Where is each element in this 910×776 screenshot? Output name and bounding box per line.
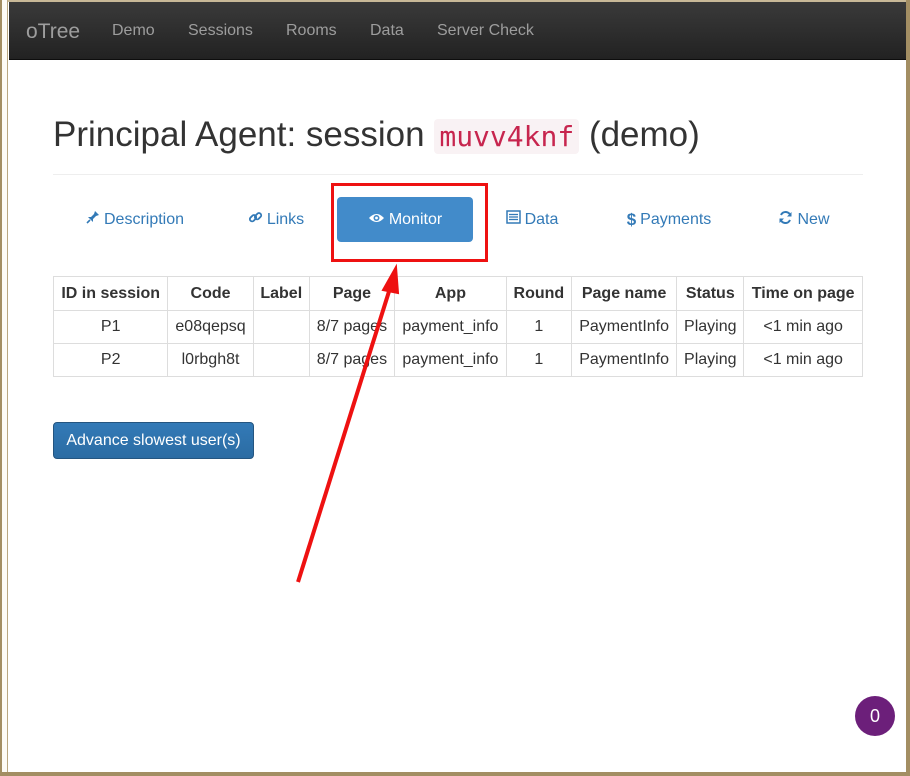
- window-frame-left: [0, 0, 8, 776]
- table-cell: PaymentInfo: [570, 310, 678, 344]
- table-cell: 8/7 pages: [308, 343, 396, 377]
- tab-description[interactable]: Description: [78, 197, 192, 242]
- page-title-suffix: (demo): [588, 115, 700, 154]
- link-icon: [248, 210, 263, 230]
- window-frame-bottom: [0, 772, 910, 776]
- table-cell: e08qepsq: [167, 310, 254, 344]
- advance-slowest-users-button[interactable]: Advance slowest user(s): [53, 422, 254, 459]
- dollar-icon: $: [626, 209, 637, 229]
- tab-payments-label: Payments: [640, 210, 712, 228]
- pushpin-icon: [86, 210, 100, 229]
- table-row: P2 l0rbgh8t 8/7 pages payment_info 1 Pay…: [52, 343, 863, 377]
- table-cell: 1: [505, 310, 572, 344]
- session-code: muvv4knf: [434, 119, 580, 154]
- nav-demo[interactable]: Demo: [112, 22, 155, 40]
- tab-new-label: New: [797, 210, 830, 228]
- table-cell: l0rbgh8t: [167, 343, 254, 377]
- column-header: Page name: [570, 276, 678, 311]
- table-cell: payment_info: [394, 310, 507, 344]
- tab-payments[interactable]: $ Payments: [618, 197, 720, 242]
- column-header: Status: [676, 276, 745, 311]
- nav-data[interactable]: Data: [370, 22, 404, 40]
- column-header: ID in session: [52, 276, 169, 311]
- tab-links-label: Links: [266, 210, 305, 228]
- table-header-row: ID in session Code Label Page App Round …: [52, 276, 863, 311]
- tab-data[interactable]: Data: [500, 197, 564, 242]
- refresh-icon: [778, 210, 793, 230]
- page-title-prefix: Principal Agent: session: [53, 115, 425, 154]
- table-cell: P2: [52, 343, 169, 377]
- table-cell: [252, 343, 310, 377]
- top-navbar: oTree Demo Sessions Rooms Data Server Ch…: [9, 2, 906, 60]
- column-header: Time on page: [743, 276, 863, 311]
- brand-link[interactable]: oTree: [26, 20, 80, 44]
- column-header: Page: [308, 276, 396, 311]
- nav-sessions[interactable]: Sessions: [188, 22, 253, 40]
- nav-rooms[interactable]: Rooms: [286, 22, 337, 40]
- tab-links[interactable]: Links: [240, 197, 312, 242]
- participants-table: ID in session Code Label Page App Round …: [52, 276, 863, 377]
- tab-data-label: Data: [524, 210, 559, 228]
- chat-count-badge[interactable]: 0: [855, 696, 895, 736]
- column-header: Label: [252, 276, 310, 311]
- table-cell: PaymentInfo: [570, 343, 678, 377]
- table-cell: <1 min ago: [743, 343, 863, 377]
- annotation-highlight-box: [331, 183, 488, 262]
- table-cell: 1: [505, 343, 572, 377]
- page-title: Principal Agent: session muvv4knf (demo): [53, 113, 700, 159]
- list-icon: [505, 210, 521, 229]
- table-cell: 8/7 pages: [308, 310, 396, 344]
- tab-description-label: Description: [103, 210, 185, 228]
- table-cell: P1: [52, 310, 169, 344]
- table-cell: Playing: [676, 343, 745, 377]
- table-cell: payment_info: [394, 343, 507, 377]
- table-row: P1 e08qepsq 8/7 pages payment_info 1 Pay…: [52, 310, 863, 344]
- tab-new[interactable]: New: [772, 197, 836, 242]
- header-divider: [53, 174, 863, 175]
- table-cell: [252, 310, 310, 344]
- table-cell: <1 min ago: [743, 310, 863, 344]
- column-header: Round: [505, 276, 572, 311]
- table-cell: Playing: [676, 310, 745, 344]
- nav-server-check[interactable]: Server Check: [437, 22, 534, 40]
- column-header: Code: [167, 276, 254, 311]
- window-frame-right: [906, 0, 910, 776]
- column-header: App: [394, 276, 507, 311]
